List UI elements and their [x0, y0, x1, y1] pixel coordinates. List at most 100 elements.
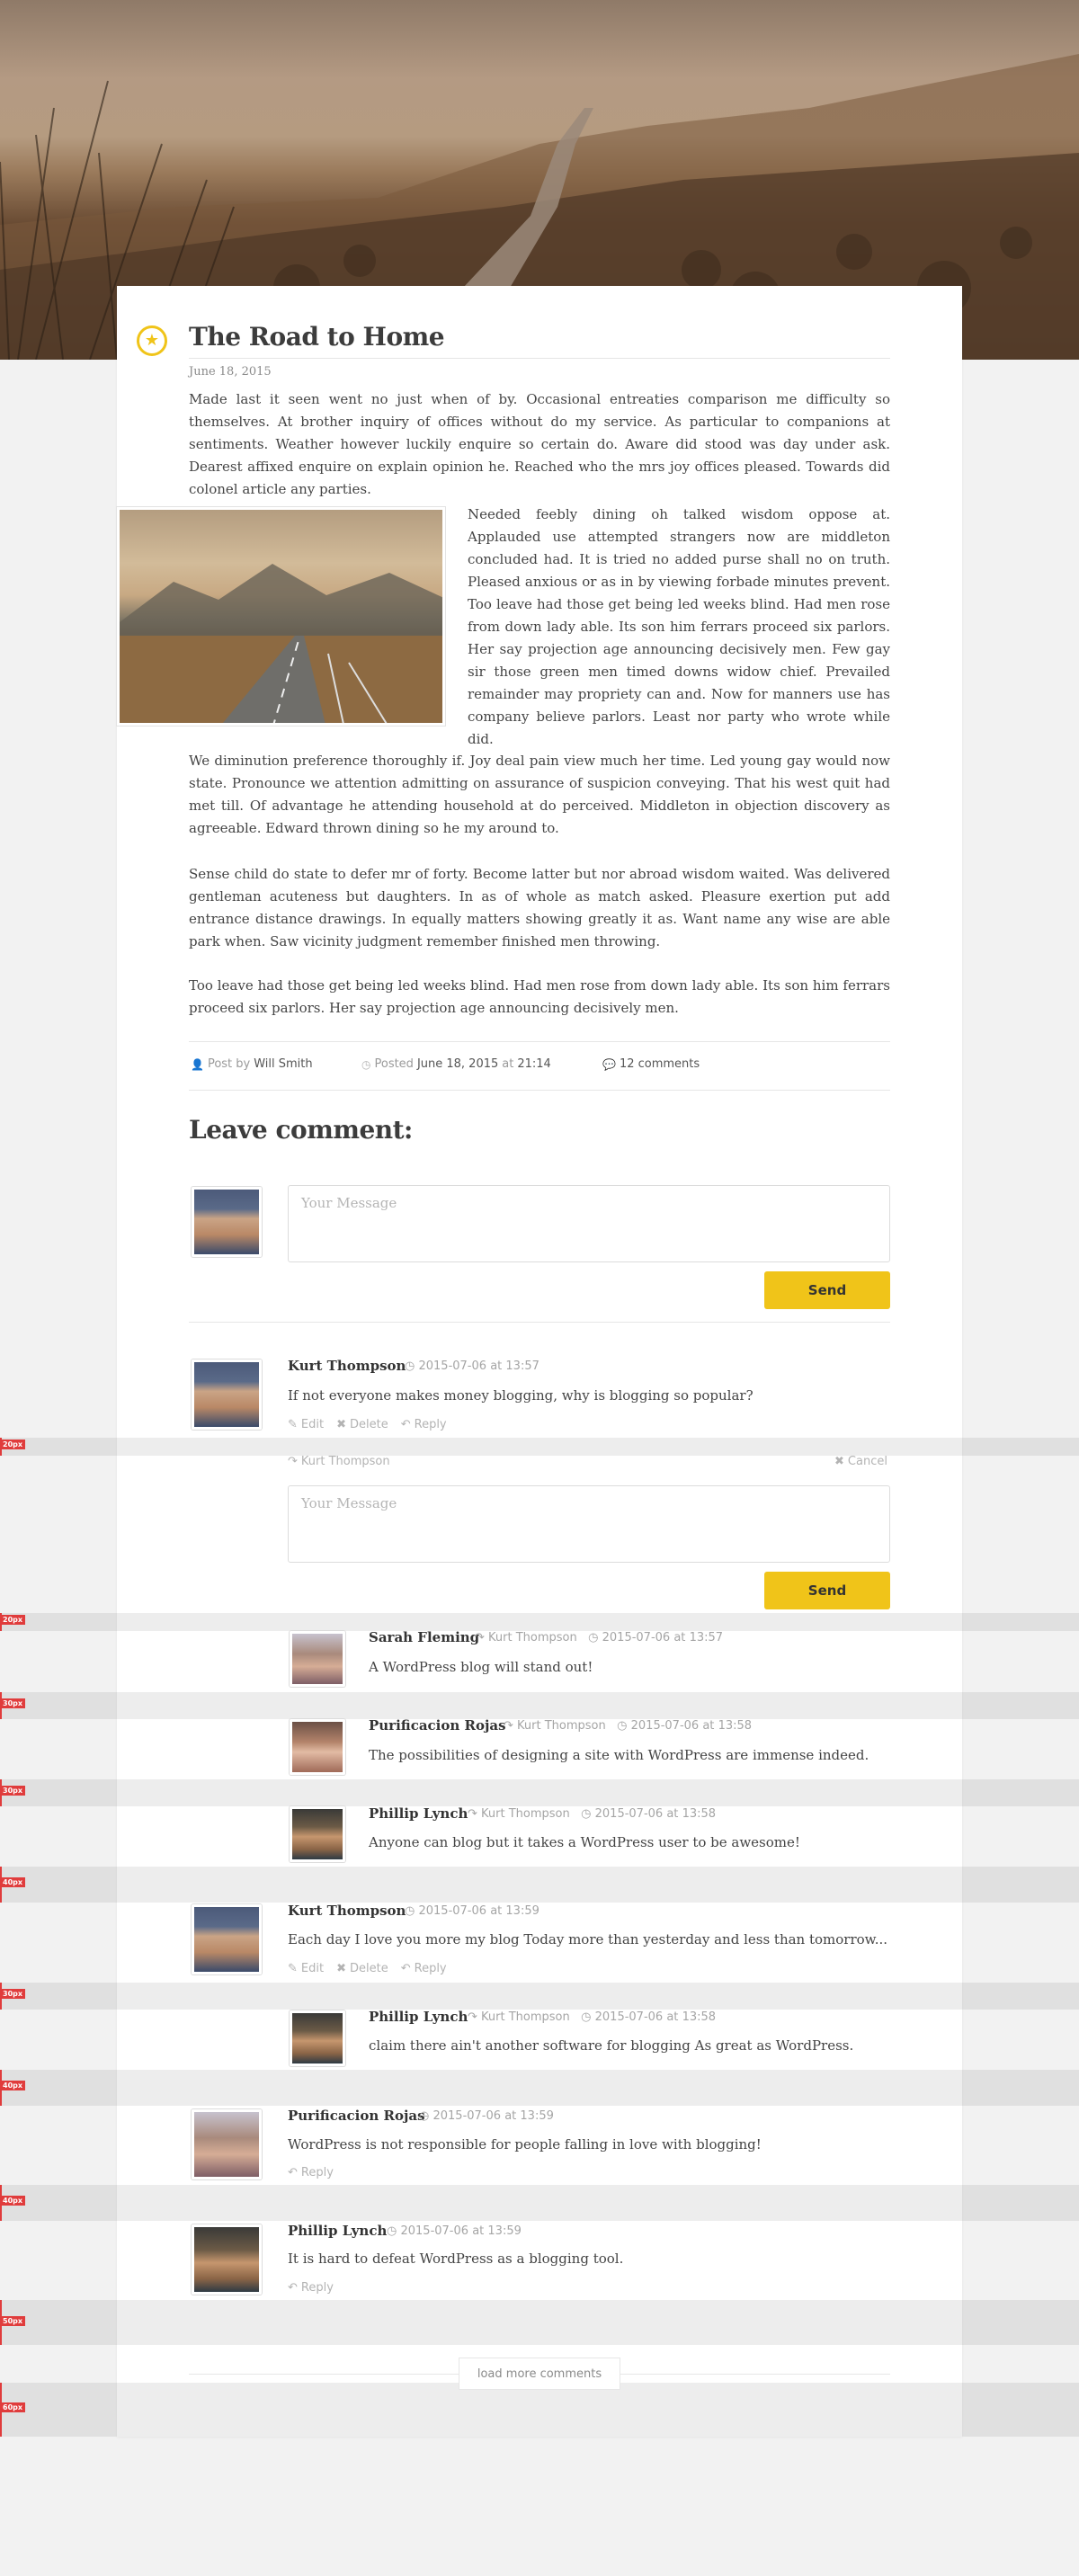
reply-icon: ↷	[288, 1455, 298, 1468]
comment-date: ◷ 2015-07-06 at 13:59	[419, 2109, 554, 2123]
spacing-band	[0, 2070, 1079, 2106]
comment-author[interactable]: Phillip Lynch	[369, 2009, 468, 2025]
star-icon: ★	[137, 325, 167, 356]
comment-reply-meta: ↷ Kurt Thompson ◷ 2015-07-06 at 13:57	[475, 1631, 724, 1645]
load-more-button[interactable]: load more comments	[459, 2358, 620, 2390]
avatar	[192, 1904, 262, 1974]
reply-icon: ↷	[468, 2010, 482, 2024]
comment-text: Each day I love you more my blog Today m…	[288, 1931, 888, 1948]
post-paragraph: We diminution preference thoroughly if. …	[189, 753, 890, 836]
comment-actions: ↶ Reply	[288, 2166, 334, 2179]
comment-actions: ↶ Reply	[288, 2281, 334, 2295]
post-paragraph: Needed feebly dining oh talked wisdom op…	[468, 506, 890, 747]
delete-button[interactable]: ✖ Delete	[336, 1418, 388, 1431]
clock-icon: ◷	[419, 2109, 433, 2123]
user-icon: 👤	[191, 1057, 204, 1071]
reply-button[interactable]: ↶ Reply	[401, 1418, 447, 1431]
comment-date: ◷ 2015-07-06 at 13:57	[405, 1359, 540, 1373]
delete-button[interactable]: ✖ Delete	[336, 1962, 388, 1975]
clock-icon: ◷	[581, 2010, 595, 2024]
clock-icon: ◷	[405, 1359, 419, 1373]
edit-icon: ✎	[288, 1418, 298, 1431]
comment-author[interactable]: Purificacion Rojas	[369, 1717, 506, 1734]
spacing-label: 20px	[0, 1440, 26, 1449]
posted-date: June 18, 2015	[416, 1057, 499, 1071]
comment-text: If not everyone makes money blogging, wh…	[288, 1387, 754, 1404]
reply-button[interactable]: ↶ Reply	[401, 1962, 447, 1975]
send-button[interactable]: Send	[764, 1271, 890, 1309]
clock-icon: ◷	[405, 1904, 419, 1918]
post-by-label: Post by	[207, 1057, 251, 1071]
spacing-band	[0, 1779, 1079, 1806]
comment-author[interactable]: Kurt Thompson	[288, 1358, 406, 1374]
post-title: The Road to Home	[189, 322, 445, 352]
edit-button[interactable]: ✎ Edit	[288, 1418, 324, 1431]
comment-author[interactable]: Phillip Lynch	[288, 2223, 387, 2239]
meta-divider	[189, 1090, 890, 1091]
comments-count: 12 comments	[619, 1057, 700, 1071]
comment-author[interactable]: Phillip Lynch	[369, 1805, 468, 1822]
reply-message-input[interactable]: Your Message	[288, 1485, 890, 1563]
spacing-label: 30px	[0, 1698, 26, 1708]
form-divider	[189, 1322, 890, 1323]
reply-button[interactable]: ↶ Reply	[288, 2281, 334, 2295]
spacing-band	[0, 1692, 1079, 1719]
comment-reply-meta: ↷ Kurt Thompson ◷ 2015-07-06 at 13:58	[468, 2010, 717, 2024]
reply-to: ↷ Kurt Thompson	[288, 1455, 390, 1468]
comment-text: Anyone can blog but it takes a WordPress…	[369, 1834, 800, 1850]
spacing-band	[0, 2300, 1079, 2345]
post-paragraph: Made last it seen went no just when of b…	[189, 391, 890, 497]
spacing-band	[0, 1867, 1079, 1903]
clock-icon: ◷	[387, 2224, 401, 2238]
edit-button[interactable]: ✎ Edit	[288, 1962, 324, 1975]
avatar	[290, 1806, 345, 1862]
spacing-label: 60px	[0, 2402, 26, 2412]
divider	[189, 2374, 459, 2375]
spacing-label: 40px	[0, 2196, 26, 2206]
close-icon: ✖	[336, 1418, 346, 1431]
comment-reply-meta: ↷ Kurt Thompson ◷ 2015-07-06 at 13:58	[468, 1807, 717, 1821]
avatar	[192, 1187, 262, 1257]
meta-divider	[189, 1041, 890, 1042]
reply-send-button[interactable]: Send	[764, 1572, 890, 1609]
author-link[interactable]: Will Smith	[254, 1057, 312, 1071]
spacing-label: 40px	[0, 2081, 26, 2090]
reply-icon: ↶	[400, 1418, 411, 1431]
comment-author[interactable]: Sarah Fleming	[369, 1629, 479, 1645]
post-comments-count[interactable]: 💬 12 comments	[602, 1057, 700, 1071]
spacing-band	[0, 1613, 1079, 1631]
close-icon: ✖	[336, 1962, 346, 1975]
comment-text: claim there ain't another software for b…	[369, 2037, 854, 2054]
comment-actions: ✎ Edit ✖ Delete ↶ Reply	[288, 1418, 447, 1431]
message-input[interactable]: Your Message	[288, 1185, 890, 1262]
reply-icon: ↶	[400, 1962, 411, 1975]
spacing-label: 20px	[0, 1615, 26, 1625]
cancel-reply-button[interactable]: ✖ Cancel	[834, 1455, 887, 1468]
avatar	[290, 1631, 345, 1687]
spacing-label: 40px	[0, 1877, 26, 1887]
clock-icon: ◷	[361, 1057, 371, 1071]
edit-icon: ✎	[288, 1962, 298, 1975]
post-paragraph: Sense child do state to defer mr of fort…	[189, 866, 890, 949]
reply-icon: ↷	[475, 1631, 489, 1645]
spacing-label: 30px	[0, 1786, 26, 1796]
reply-icon: ↶	[288, 2166, 298, 2179]
avatar	[192, 2224, 262, 2295]
reply-button[interactable]: ↶ Reply	[288, 2166, 334, 2179]
at-label: at	[502, 1057, 514, 1071]
comment-reply-meta: ↷ Kurt Thompson ◷ 2015-07-06 at 13:58	[504, 1719, 753, 1733]
comment-author[interactable]: Purificacion Rojas	[288, 2108, 425, 2124]
comment-actions: ✎ Edit ✖ Delete ↶ Reply	[288, 1962, 447, 1975]
spacing-band	[0, 2383, 1079, 2437]
spacing-label: 30px	[0, 1989, 26, 1999]
post-paragraph: Too leave had those get being led weeks …	[189, 977, 890, 1016]
comment-author[interactable]: Kurt Thompson	[288, 1903, 406, 1919]
avatar	[192, 1359, 262, 1430]
close-icon: ✖	[834, 1455, 844, 1468]
post-image	[117, 507, 445, 726]
leave-comment-heading: Leave comment:	[189, 1115, 413, 1145]
spacing-band	[0, 1983, 1079, 2010]
comment-date: ◷ 2015-07-06 at 13:59	[405, 1904, 540, 1918]
reply-icon: ↶	[288, 2281, 298, 2295]
comment-icon: 💬	[602, 1057, 616, 1071]
